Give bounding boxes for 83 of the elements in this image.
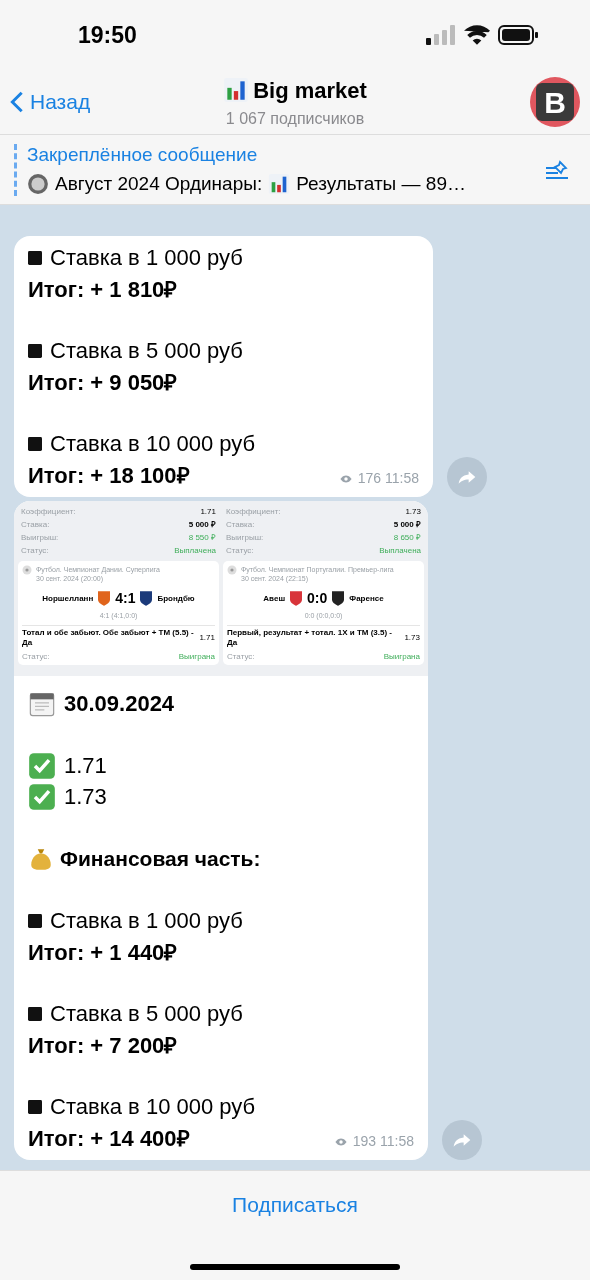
team-name: Норшелланн <box>42 592 94 605</box>
bet-value: 5 000 ₽ <box>393 519 421 531</box>
message-time: 11:58 <box>385 469 419 488</box>
radio-circle-icon <box>27 172 49 195</box>
club-crest-icon <box>98 591 111 606</box>
bet-odds: 1.73 <box>404 631 420 644</box>
bet-label: Коэффициент: <box>21 506 76 518</box>
stake-text: Ставка в 1 000 руб <box>50 907 243 935</box>
odds-text: 1.71 <box>64 752 107 780</box>
channel-title: Big market <box>253 76 367 105</box>
bet-label: Ставка: <box>21 519 50 531</box>
match-score: 0:0 <box>307 589 328 608</box>
wifi-icon <box>464 25 490 45</box>
stake-text: Ставка в 10 000 руб <box>50 430 256 458</box>
bet-odds: 1.71 <box>199 631 215 644</box>
square-icon <box>28 436 42 451</box>
share-button[interactable] <box>447 457 487 497</box>
views-count: 193 <box>352 1132 376 1151</box>
check-icon <box>28 782 56 811</box>
bet-value: 1.73 <box>405 506 421 518</box>
square-icon <box>28 913 42 928</box>
pinned-text: Результаты — 89… <box>296 171 466 196</box>
bet-label: Статус: <box>21 545 49 557</box>
bet-value: 5 000 ₽ <box>188 519 216 531</box>
square-icon <box>28 343 42 358</box>
market-text: Первый, результат + тотал. 1Х и ТМ (3.5) - Да <box>227 627 393 648</box>
status-time: 19:50 <box>78 20 137 50</box>
bet-value: Выплачена <box>379 545 421 557</box>
bet-label: Коэффициент: <box>226 506 281 518</box>
battery-icon <box>498 25 538 45</box>
avatar-letter: B <box>544 84 566 121</box>
pinned-label: Закреплённое сообщение <box>27 143 259 167</box>
stake-text: Ставка в 10 000 руб <box>50 1093 256 1121</box>
back-button[interactable]: Назад <box>10 86 140 118</box>
soccer-ball-icon <box>22 565 32 575</box>
square-icon <box>28 1006 42 1021</box>
share-button[interactable] <box>442 1120 482 1160</box>
odds-text: 1.73 <box>64 783 107 811</box>
channel-avatar[interactable]: B <box>530 77 580 127</box>
bet-label: Статус: <box>227 650 255 663</box>
team-name: Брондбю <box>157 592 195 605</box>
match-score: 4:1 <box>115 589 136 608</box>
team-name: Авеш <box>263 592 286 605</box>
check-icon <box>28 751 56 780</box>
pinned-text: Август 2024 Ординары: <box>55 171 263 196</box>
market-text: Тотал и обе забьют. Обе забьют + ТМ (5.5) - Да <box>22 627 195 648</box>
subscribe-button[interactable]: Подписаться <box>232 1189 358 1221</box>
club-crest-icon <box>332 591 345 606</box>
bet-label: Выигрыш: <box>226 532 264 544</box>
team-name: Фаренсе <box>349 592 384 605</box>
club-crest-icon <box>140 591 153 606</box>
bet-value: 1.71 <box>200 506 216 518</box>
total-text: Итог: + 7 200₽ <box>28 1033 178 1058</box>
bet-value: Выплачена <box>174 545 216 557</box>
total-text: Итог: + 1 810₽ <box>28 277 178 302</box>
bet-value: 8 550 ₽ <box>188 532 216 544</box>
total-text: Итог: + 18 100₽ <box>28 463 190 488</box>
chevron-left-icon <box>10 90 24 114</box>
bet-label: Ставка: <box>226 519 255 531</box>
bar-chart-icon <box>268 172 291 195</box>
date-text: 30.09.2024 <box>64 690 175 718</box>
stake-text: Ставка в 5 000 руб <box>50 337 243 365</box>
views-count: 176 <box>357 469 381 488</box>
bet-label: Статус: <box>226 545 254 557</box>
message-time: 11:58 <box>380 1132 414 1151</box>
subscriber-count: 1 067 подписчиков <box>225 108 365 129</box>
square-icon <box>28 250 42 265</box>
total-text: Итог: + 1 440₽ <box>28 940 178 965</box>
bet-label: Статус: <box>22 650 50 663</box>
square-icon <box>28 1099 42 1114</box>
bet-result: Выиграна <box>178 650 215 663</box>
bet-result: Выиграна <box>383 650 420 663</box>
stake-text: Ставка в 5 000 руб <box>50 1000 243 1028</box>
stake-text: Ставка в 1 000 руб <box>50 244 243 272</box>
bet-label: Выигрыш: <box>21 532 59 544</box>
heading-text: Финансовая часть: <box>60 845 261 872</box>
club-crest-icon <box>290 591 303 606</box>
soccer-ball-icon <box>227 565 237 575</box>
bet-value: 8 650 ₽ <box>393 532 421 544</box>
total-text: Итог: + 14 400₽ <box>28 1126 190 1151</box>
bar-chart-icon <box>223 77 250 103</box>
total-text: Итог: + 9 050₽ <box>28 370 178 395</box>
signal-icon <box>426 25 456 45</box>
